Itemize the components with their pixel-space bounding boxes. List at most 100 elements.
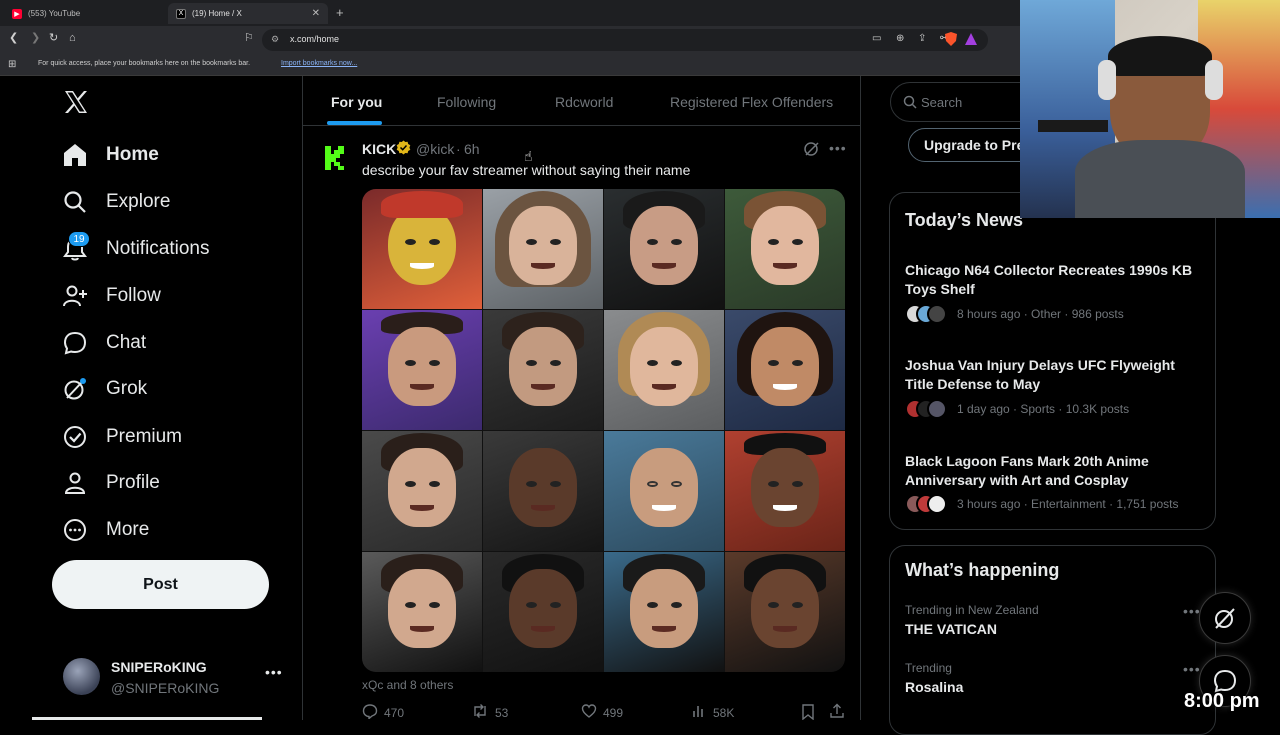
active-tab-indicator [327, 121, 382, 125]
news-item-title: Joshua Van Injury Delays UFC Flyweight T… [905, 357, 1175, 392]
sidebar-item-explore[interactable]: Explore [62, 187, 170, 217]
grok-floating-button[interactable] [1199, 592, 1251, 644]
post-author[interactable]: KICK [362, 141, 396, 157]
views-button[interactable]: 58K [691, 703, 734, 722]
share-post-icon[interactable] [829, 703, 845, 719]
media-tile[interactable] [362, 431, 482, 551]
stream-clock: 8:00 pm [1184, 690, 1260, 712]
heart-icon [581, 703, 597, 722]
tab-for-you[interactable]: For you [331, 94, 382, 110]
media-tile[interactable] [483, 310, 603, 430]
share-icon[interactable]: ⇪ [918, 33, 926, 44]
verified-badge-icon [62, 424, 88, 450]
home-icon [62, 142, 88, 168]
post-text: describe your fav streamer without sayin… [362, 162, 691, 178]
media-tile[interactable] [604, 189, 724, 309]
site-info-icon[interactable]: ⚙ [271, 34, 279, 45]
sidebar-item-label: Premium [106, 426, 183, 447]
sidebar-item-label: Explore [106, 191, 171, 212]
media-tile[interactable] [725, 552, 845, 672]
sidebar-item-profile[interactable]: Profile [62, 468, 160, 498]
home-browser-icon[interactable]: ⌂ [69, 33, 76, 44]
repost-button[interactable]: 53 [471, 703, 508, 722]
post-more-icon[interactable]: ••• [829, 140, 847, 156]
tagged-users[interactable]: xQc and 8 others [362, 678, 453, 692]
address-bar[interactable]: ⚙ x.com/home ▭ ⊕ ⇪ ⚯ [262, 29, 988, 51]
browser-tab-x[interactable]: X (19) Home / X ✕ [168, 3, 328, 24]
media-tile[interactable] [362, 552, 482, 672]
views-chart-icon [691, 703, 707, 722]
zoom-icon[interactable]: ⊕ [896, 33, 904, 44]
person-icon [62, 470, 88, 496]
sidebar-item-follow[interactable]: Follow [62, 281, 161, 311]
grok-post-icon[interactable] [803, 140, 820, 157]
sidebar-item-premium[interactable]: Premium [62, 422, 182, 452]
media-tile[interactable] [604, 552, 724, 672]
tab-registered-flex-offenders[interactable]: Registered Flex Offenders [670, 94, 833, 110]
trend-name: Rosalina [905, 679, 964, 695]
tab-label: (19) Home / X [192, 9, 242, 18]
post-button[interactable]: Post [52, 560, 269, 609]
trend-context: Trending [905, 661, 952, 675]
reload-icon[interactable]: ↻ [49, 33, 58, 44]
feed-tabs: For you Following Rdcworld Registered Fl… [303, 76, 861, 126]
apps-grid-icon[interactable]: ⊞ [8, 59, 16, 70]
new-tab-icon[interactable]: + [336, 5, 344, 20]
media-tile[interactable] [604, 431, 724, 551]
kick-avatar[interactable] [322, 143, 348, 173]
post-handle[interactable]: @kick [416, 141, 454, 157]
media-tile[interactable] [362, 310, 482, 430]
sidebar-item-more[interactable]: More [62, 515, 149, 545]
media-tile[interactable] [604, 310, 724, 430]
account-more-icon[interactable]: ••• [265, 664, 283, 680]
account-switcher[interactable]: SNIPERoKING @SNIPERoKING ••• [52, 650, 297, 706]
media-tile[interactable] [725, 189, 845, 309]
back-icon[interactable]: ❮ [9, 33, 18, 44]
like-button[interactable]: 499 [581, 703, 623, 722]
sidebar-item-notifications[interactable]: 19 Notifications [62, 231, 210, 264]
post-media-grid[interactable] [362, 189, 845, 672]
close-tab-icon[interactable]: ✕ [312, 8, 320, 19]
media-tile[interactable] [483, 431, 603, 551]
search-placeholder: Search [921, 95, 963, 110]
media-tile[interactable] [483, 552, 603, 672]
sidebar-item-label: Follow [106, 285, 161, 306]
sidebar-item-chat[interactable]: Chat [62, 328, 146, 358]
forward-icon[interactable]: ❯ [31, 33, 40, 44]
sidebar-item-label: Grok [106, 378, 148, 399]
bookmark-icon[interactable]: ⚐ [244, 33, 254, 44]
tab-rdcworld[interactable]: Rdcworld [555, 94, 613, 110]
media-tile[interactable] [725, 431, 845, 551]
reply-count: 470 [384, 705, 405, 720]
x-logo-icon[interactable] [62, 88, 90, 116]
browser-tab-youtube[interactable]: ▶ (553) YouTube [4, 3, 164, 24]
bookmark-post-icon[interactable] [801, 704, 815, 721]
tab-label: (553) YouTube [28, 9, 81, 18]
brave-rewards-icon[interactable] [964, 32, 978, 46]
media-tile[interactable] [483, 189, 603, 309]
chat-bubble-icon [62, 330, 88, 356]
sidebar-item-home[interactable]: Home [62, 140, 159, 170]
brave-shield-icon[interactable] [944, 31, 958, 47]
post-time[interactable]: 6h [464, 141, 480, 157]
cast-icon[interactable]: ▭ [872, 33, 881, 44]
sidebar-item-label: Home [106, 144, 159, 165]
bookmarks-hint: For quick access, place your bookmarks h… [38, 60, 251, 67]
upgrade-button[interactable]: Upgrade to Pre [908, 128, 1038, 162]
trend-more-icon[interactable]: ••• [1183, 661, 1201, 677]
sidebar-item-label: More [106, 519, 150, 540]
views-count: 58K [713, 705, 735, 720]
news-card-title: Today’s News [905, 210, 1024, 230]
import-bookmarks-link[interactable]: Import bookmarks now... [281, 60, 357, 67]
more-circle-icon [62, 517, 88, 543]
x-favicon-icon: X [176, 8, 186, 19]
sidebar-item-label: Chat [106, 332, 147, 353]
sidebar-item-grok[interactable]: Grok [62, 374, 147, 404]
tab-following[interactable]: Following [437, 94, 496, 110]
reply-button[interactable]: 470 [362, 703, 404, 722]
news-item-meta: 8 hours ago · Other · 986 posts [957, 307, 1124, 321]
news-item-title: Black Lagoon Fans Mark 20th Anime Annive… [905, 453, 1149, 488]
media-tile[interactable] [362, 189, 482, 309]
avatar [63, 658, 100, 695]
media-tile[interactable] [725, 310, 845, 430]
